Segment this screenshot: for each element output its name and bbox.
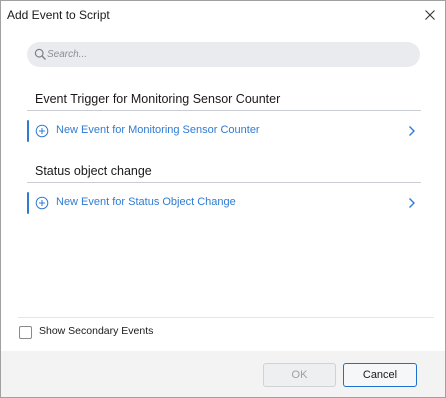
event-item-label: New Event for Status Object Change — [56, 196, 236, 208]
row-accent-bar — [27, 120, 29, 142]
group-divider — [27, 110, 421, 111]
add-circle-icon — [35, 196, 49, 210]
close-icon — [425, 10, 435, 20]
add-event-dialog: Add Event to Script Event Trigger for Mo… — [0, 0, 446, 398]
checkbox-box[interactable] — [19, 326, 32, 339]
window-title: Add Event to Script — [7, 8, 110, 22]
dialog-footer: OK Cancel — [1, 351, 445, 397]
close-button[interactable] — [417, 3, 443, 27]
options-divider — [18, 317, 434, 318]
group-divider — [27, 182, 421, 183]
new-event-monitoring-sensor-counter[interactable]: New Event for Monitoring Sensor Counter — [27, 118, 421, 144]
chevron-right-icon — [409, 198, 415, 208]
chevron-right-icon — [409, 126, 415, 136]
ok-button[interactable]: OK — [263, 363, 336, 387]
cancel-button[interactable]: Cancel — [343, 363, 417, 387]
new-event-status-object-change[interactable]: New Event for Status Object Change — [27, 190, 421, 216]
search-box[interactable] — [27, 42, 420, 67]
group-heading-status-object-change: Status object change — [35, 164, 152, 178]
search-input[interactable] — [47, 45, 407, 63]
add-circle-icon — [35, 124, 49, 138]
group-heading-monitoring-sensor-counter: Event Trigger for Monitoring Sensor Coun… — [35, 92, 281, 106]
row-accent-bar — [27, 192, 29, 214]
event-item-label: New Event for Monitoring Sensor Counter — [56, 124, 260, 136]
show-secondary-events-label[interactable]: Show Secondary Events — [39, 325, 153, 337]
title-bar: Add Event to Script — [1, 1, 445, 29]
search-icon — [34, 48, 46, 60]
dialog-content: Event Trigger for Monitoring Sensor Coun… — [1, 29, 445, 351]
